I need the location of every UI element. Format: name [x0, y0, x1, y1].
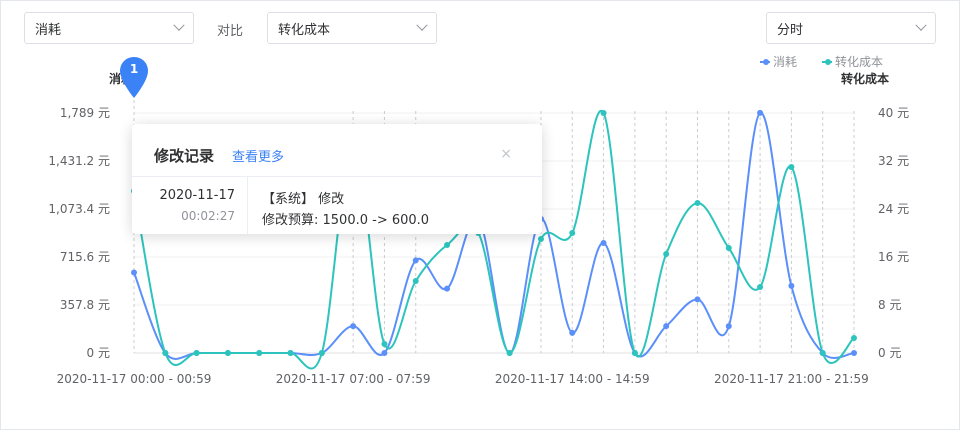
y-left-tick-label: 357.8 元: [60, 298, 110, 312]
right-axis-title: 转化成本: [841, 72, 890, 86]
y-right-tick-label: 16 元: [878, 250, 909, 264]
data-point-series-2: [256, 350, 263, 356]
data-point-series-2: [537, 236, 544, 242]
data-point-series-2: [224, 350, 231, 356]
data-point-series-2: [162, 350, 169, 356]
data-point-series-2: [725, 245, 732, 251]
x-tick-label: 2020-11-17 00:00 - 00:59: [57, 372, 212, 386]
y-right-tick-label: 32 元: [878, 154, 909, 168]
data-point-series-2: [193, 350, 200, 356]
y-left-tick-label: 1,073.4 元: [48, 202, 110, 216]
data-point-series-1: [851, 350, 857, 356]
y-left-tick-label: 0 元: [87, 346, 110, 360]
data-point-series-2: [444, 242, 451, 248]
y-left-tick-label: 1,789 元: [60, 106, 110, 120]
close-icon[interactable]: ×: [500, 146, 512, 162]
data-point-series-1: [569, 329, 576, 336]
data-point-series-1: [663, 323, 670, 330]
legend-dot-icon: [763, 58, 769, 65]
tooltip-vertical-divider: [247, 176, 248, 234]
x-tick-label: 2020-11-17 07:00 - 07:59: [276, 372, 431, 386]
data-point-series-1: [381, 350, 388, 356]
x-tick-label: 2020-11-17 14:00 - 14:59: [495, 372, 650, 386]
data-point-series-2: [287, 350, 294, 356]
y-right-tick-label: 24 元: [878, 202, 909, 216]
data-point-series-1: [725, 323, 732, 330]
legend-label: 转化成本: [835, 55, 884, 69]
data-point-series-2: [851, 335, 857, 341]
record-time: 00:02:27: [181, 209, 235, 223]
data-point-series-1: [788, 282, 795, 289]
legend-label: 消耗: [773, 55, 798, 69]
data-point-series-2: [412, 278, 419, 284]
tooltip-divider: [132, 176, 542, 177]
data-point-series-1: [757, 109, 764, 116]
y-left-tick-label: 1,431.2 元: [48, 154, 110, 168]
data-point-series-1: [350, 323, 357, 330]
legend-item-series2[interactable]: 转化成本: [822, 53, 883, 70]
data-point-series-1: [444, 285, 451, 292]
data-point-series-1: [600, 239, 607, 246]
y-right-tick-label: 40 元: [878, 106, 909, 120]
record-date: 2020-11-17: [159, 188, 235, 203]
data-point-series-2: [819, 350, 826, 356]
y-left-tick-label: 715.6 元: [60, 250, 110, 264]
data-point-series-2: [600, 110, 607, 116]
y-right-tick-label: 0 元: [878, 346, 901, 360]
data-point-series-2: [757, 284, 764, 290]
data-point-series-2: [631, 350, 638, 356]
data-point-series-1: [412, 257, 419, 264]
x-tick-label: 2020-11-17 21:00 - 21:59: [714, 372, 869, 386]
marker-label: 1: [129, 62, 139, 76]
record-detail: 修改预算: 1500.0 -> 600.0: [262, 213, 430, 228]
legend-dot-icon: [825, 58, 831, 65]
view-more-link[interactable]: 查看更多: [232, 146, 284, 165]
data-point-series-2: [381, 341, 388, 347]
change-record-tooltip: 修改记录 查看更多 × 2020-11-17 00:02:27 【系统】 修改 …: [132, 124, 542, 234]
y-right-tick-label: 8 元: [878, 298, 901, 312]
data-point-series-1: [694, 296, 701, 303]
data-point-series-2: [506, 350, 513, 356]
data-point-series-1: [131, 269, 137, 276]
tooltip-title: 修改记录: [154, 147, 215, 165]
data-point-series-2: [318, 350, 325, 356]
data-point-series-2: [694, 200, 701, 206]
data-point-series-2: [569, 230, 576, 236]
data-point-series-2: [788, 164, 795, 170]
data-point-series-2: [663, 251, 670, 257]
legend-item-series1[interactable]: 消耗: [760, 53, 797, 70]
change-record-marker[interactable]: 1: [119, 56, 149, 100]
record-action: 【系统】 修改: [262, 192, 345, 207]
